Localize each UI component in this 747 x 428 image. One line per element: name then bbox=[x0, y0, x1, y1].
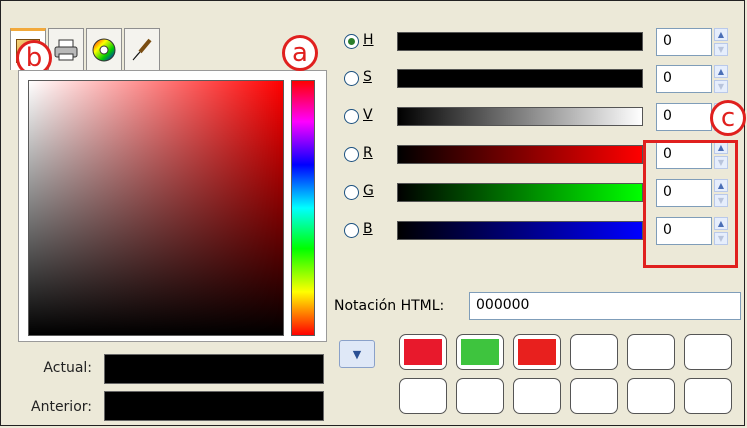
previous-label: Anterior: bbox=[31, 399, 92, 415]
spinner-value[interactable]: 0 bbox=[656, 65, 712, 93]
spinner-value[interactable]: 0 bbox=[656, 103, 712, 131]
channel-label-v: V bbox=[363, 107, 373, 123]
swatch-color bbox=[518, 339, 556, 365]
history-swatch[interactable] bbox=[513, 334, 561, 370]
history-swatch[interactable] bbox=[513, 378, 561, 414]
radio-b[interactable] bbox=[344, 223, 359, 238]
tab-brush[interactable] bbox=[124, 28, 160, 70]
color-wheel-icon bbox=[92, 38, 116, 61]
printer-icon bbox=[54, 39, 78, 60]
current-color-swatch bbox=[104, 354, 324, 384]
swatch-color bbox=[461, 339, 499, 365]
spin-up-icon[interactable]: ▲ bbox=[714, 28, 728, 41]
slider-b[interactable] bbox=[397, 221, 643, 240]
history-dropdown-button[interactable]: ▼ bbox=[339, 340, 375, 368]
current-label: Actual: bbox=[43, 360, 92, 376]
brush-icon bbox=[132, 38, 152, 60]
spinner-value[interactable]: 0 bbox=[656, 28, 712, 56]
channel-label-h: H bbox=[363, 32, 374, 48]
radio-v[interactable] bbox=[344, 109, 359, 124]
history-swatch[interactable] bbox=[456, 334, 504, 370]
slider-r[interactable] bbox=[397, 145, 643, 164]
channel-label-g: G bbox=[363, 183, 374, 199]
history-swatch[interactable] bbox=[627, 334, 675, 370]
spin-down-icon[interactable]: ▼ bbox=[714, 80, 728, 93]
history-swatch[interactable] bbox=[456, 378, 504, 414]
tab-printer[interactable] bbox=[48, 28, 84, 70]
slider-g[interactable] bbox=[397, 183, 643, 202]
history-swatch[interactable] bbox=[627, 378, 675, 414]
history-swatch[interactable] bbox=[399, 334, 447, 370]
radio-r[interactable] bbox=[344, 147, 359, 162]
radio-g[interactable] bbox=[344, 185, 359, 200]
html-notation-input[interactable]: 000000 bbox=[469, 292, 741, 320]
history-swatch[interactable] bbox=[399, 378, 447, 414]
swatch-color bbox=[404, 339, 442, 365]
slider-v[interactable] bbox=[397, 107, 643, 126]
spinner-h: 0 ▲ ▼ bbox=[656, 28, 728, 56]
spin-down-icon[interactable]: ▼ bbox=[714, 43, 728, 56]
history-swatch[interactable] bbox=[570, 334, 618, 370]
spinner-s: 0 ▲ ▼ bbox=[656, 65, 728, 93]
hue-strip[interactable] bbox=[291, 80, 315, 336]
previous-color-swatch[interactable] bbox=[104, 391, 324, 421]
highlight-rgb-spinners bbox=[643, 140, 738, 268]
html-notation-label: Notación HTML: bbox=[334, 298, 445, 314]
radio-s[interactable] bbox=[344, 71, 359, 86]
chevron-down-icon: ▼ bbox=[352, 347, 362, 361]
channel-label-s: S bbox=[363, 69, 372, 85]
callout-a: a bbox=[282, 35, 318, 71]
slider-s[interactable] bbox=[397, 69, 643, 88]
channel-label-b: B bbox=[363, 221, 373, 237]
radio-h[interactable] bbox=[344, 34, 359, 49]
history-swatch[interactable] bbox=[684, 378, 732, 414]
spin-up-icon[interactable]: ▲ bbox=[714, 65, 728, 78]
saturation-value-area[interactable] bbox=[28, 80, 284, 336]
callout-c: c bbox=[710, 100, 746, 136]
tab-color-wheel[interactable] bbox=[86, 28, 122, 70]
slider-h[interactable] bbox=[397, 32, 643, 51]
spinner-arrows: ▲▼ bbox=[714, 28, 728, 56]
channel-label-r: R bbox=[363, 145, 373, 161]
radio-dot bbox=[348, 38, 355, 45]
history-swatch[interactable] bbox=[684, 334, 732, 370]
spinner-arrows: ▲▼ bbox=[714, 65, 728, 93]
history-swatch[interactable] bbox=[570, 378, 618, 414]
